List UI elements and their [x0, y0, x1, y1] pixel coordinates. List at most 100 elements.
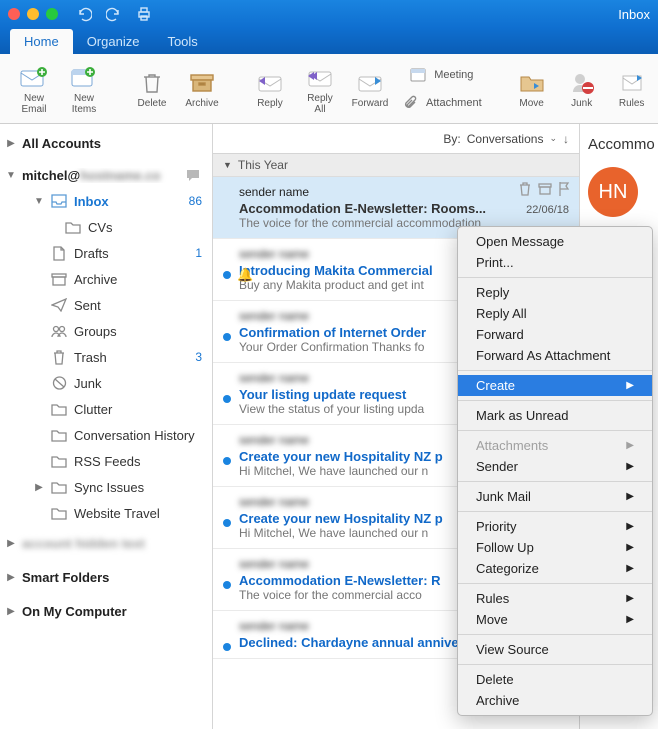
new-items-label: New Items: [72, 93, 96, 115]
sort-by-label: By:: [443, 132, 460, 146]
smart-folders-row[interactable]: ▶ Smart Folders: [0, 564, 212, 590]
new-email-button[interactable]: New Email: [10, 59, 58, 119]
submenu-arrow-icon: ▶: [626, 440, 634, 451]
rules-icon: [620, 68, 644, 98]
sidebar-item-archive[interactable]: Archive: [0, 266, 212, 292]
minimize-window[interactable]: [27, 8, 39, 20]
sidebar-item-website-travel[interactable]: Website Travel: [0, 500, 212, 526]
menu-item-create[interactable]: Create▶: [458, 375, 652, 396]
tab-tools[interactable]: Tools: [153, 29, 211, 54]
sort-mode[interactable]: Conversations: [467, 132, 544, 146]
attachment-button[interactable]: Attachment: [396, 90, 488, 116]
chevron-right-icon: ▶: [6, 138, 16, 149]
chevron-icon: ▼: [34, 196, 44, 207]
menu-separator: [458, 664, 652, 665]
chevron-down-icon[interactable]: ⌄: [549, 133, 557, 144]
sidebar-item-junk[interactable]: Junk: [0, 370, 212, 396]
reply-label: Reply: [257, 98, 283, 109]
sidebar-item-drafts[interactable]: Drafts1: [0, 240, 212, 266]
undo-icon[interactable]: [76, 6, 92, 22]
menu-item-label: View Source: [476, 642, 549, 657]
menu-item-mark-as-unread[interactable]: Mark as Unread: [458, 405, 652, 426]
menu-item-rules[interactable]: Rules▶: [458, 588, 652, 609]
print-icon[interactable]: [136, 6, 152, 22]
smart-folders-label: Smart Folders: [22, 570, 202, 585]
menu-item-view-source[interactable]: View Source: [458, 639, 652, 660]
menu-item-sender[interactable]: Sender▶: [458, 456, 652, 477]
close-window[interactable]: [8, 8, 20, 20]
menu-item-reply[interactable]: Reply: [458, 282, 652, 303]
archive-icon[interactable]: [537, 181, 553, 197]
redo-icon[interactable]: [106, 6, 122, 22]
account-row[interactable]: ▼ mitchel@hostname.co: [0, 162, 212, 188]
blurred-account-row[interactable]: ▶ account hidden text: [0, 530, 212, 556]
menu-separator: [458, 634, 652, 635]
menu-separator: [458, 583, 652, 584]
sidebar-item-clutter[interactable]: Clutter: [0, 396, 212, 422]
menu-item-reply-all[interactable]: Reply All: [458, 303, 652, 324]
delete-label: Delete: [138, 98, 167, 109]
item-count: 3: [195, 350, 202, 364]
folder-icon: [64, 221, 82, 234]
chevron-down-icon: ▼: [223, 160, 232, 170]
archive-button[interactable]: Archive: [178, 59, 226, 119]
new-items-button[interactable]: New Items: [60, 59, 108, 119]
menu-item-delete[interactable]: Delete: [458, 669, 652, 690]
submenu-arrow-icon: ▶: [626, 614, 634, 625]
window-title: Inbox: [618, 7, 650, 22]
menu-item-follow-up[interactable]: Follow Up▶: [458, 537, 652, 558]
trash-icon: [141, 68, 163, 98]
zoom-window[interactable]: [46, 8, 58, 20]
forward-button[interactable]: Forward: [346, 59, 394, 119]
meeting-button[interactable]: Meeting: [396, 62, 488, 88]
menu-item-label: Mark as Unread: [476, 408, 568, 423]
flag-icon[interactable]: [557, 181, 571, 197]
archive-icon: [189, 68, 215, 98]
tab-home[interactable]: Home: [10, 29, 73, 54]
menu-item-open-message[interactable]: Open Message: [458, 231, 652, 252]
submenu-arrow-icon: ▶: [626, 380, 634, 391]
reply-button[interactable]: Reply: [246, 59, 294, 119]
reply-all-icon: [306, 63, 334, 93]
menu-item-label: Priority: [476, 519, 516, 534]
menu-item-archive[interactable]: Archive: [458, 690, 652, 711]
sidebar-item-label: Inbox: [74, 194, 183, 209]
reply-all-label: Reply All: [307, 93, 333, 115]
sidebar-item-rss-feeds[interactable]: RSS Feeds: [0, 448, 212, 474]
delete-icon[interactable]: [517, 181, 533, 197]
rules-button[interactable]: Rules: [608, 59, 656, 119]
menu-item-attachments: Attachments▶: [458, 435, 652, 456]
tab-organize[interactable]: Organize: [73, 29, 154, 54]
menu-item-move[interactable]: Move▶: [458, 609, 652, 630]
folder-icon: [50, 455, 68, 468]
menu-item-categorize[interactable]: Categorize▶: [458, 558, 652, 579]
junk-button[interactable]: Junk: [558, 59, 606, 119]
all-accounts-row[interactable]: ▶ All Accounts: [0, 130, 212, 156]
sidebar-item-label: RSS Feeds: [74, 454, 202, 469]
on-my-computer-row[interactable]: ▶ On My Computer: [0, 598, 212, 624]
menu-item-junk-mail[interactable]: Junk Mail▶: [458, 486, 652, 507]
unread-dot-icon: [223, 271, 231, 279]
menu-item-forward-as-attachment[interactable]: Forward As Attachment: [458, 345, 652, 366]
menu-item-forward[interactable]: Forward: [458, 324, 652, 345]
move-button[interactable]: Move: [508, 59, 556, 119]
menu-item-print-[interactable]: Print...: [458, 252, 652, 273]
sidebar-item-groups[interactable]: Groups: [0, 318, 212, 344]
reply-all-button[interactable]: Reply All: [296, 59, 344, 119]
sidebar-item-conversation-history[interactable]: Conversation History: [0, 422, 212, 448]
unread-dot-icon: [223, 333, 231, 341]
sidebar-item-trash[interactable]: Trash 3: [0, 344, 212, 370]
group-label: This Year: [238, 158, 288, 172]
sidebar-item-label: Trash: [74, 350, 189, 365]
sidebar-item-sync-issues[interactable]: ▶Sync Issues: [0, 474, 212, 500]
sidebar-item-inbox[interactable]: ▼Inbox86: [0, 188, 212, 214]
message-subject: Accommodation E-Newsletter: Rooms...: [239, 201, 518, 216]
sidebar-item-sent[interactable]: Sent: [0, 292, 212, 318]
delete-button[interactable]: Delete: [128, 59, 176, 119]
groups-icon: [50, 325, 68, 338]
group-header[interactable]: ▼ This Year: [213, 154, 579, 177]
menu-item-priority[interactable]: Priority▶: [458, 516, 652, 537]
sidebar-item-cvs[interactable]: CVs: [0, 214, 212, 240]
submenu-arrow-icon: ▶: [626, 563, 634, 574]
sort-direction-icon[interactable]: ↓: [563, 132, 569, 146]
